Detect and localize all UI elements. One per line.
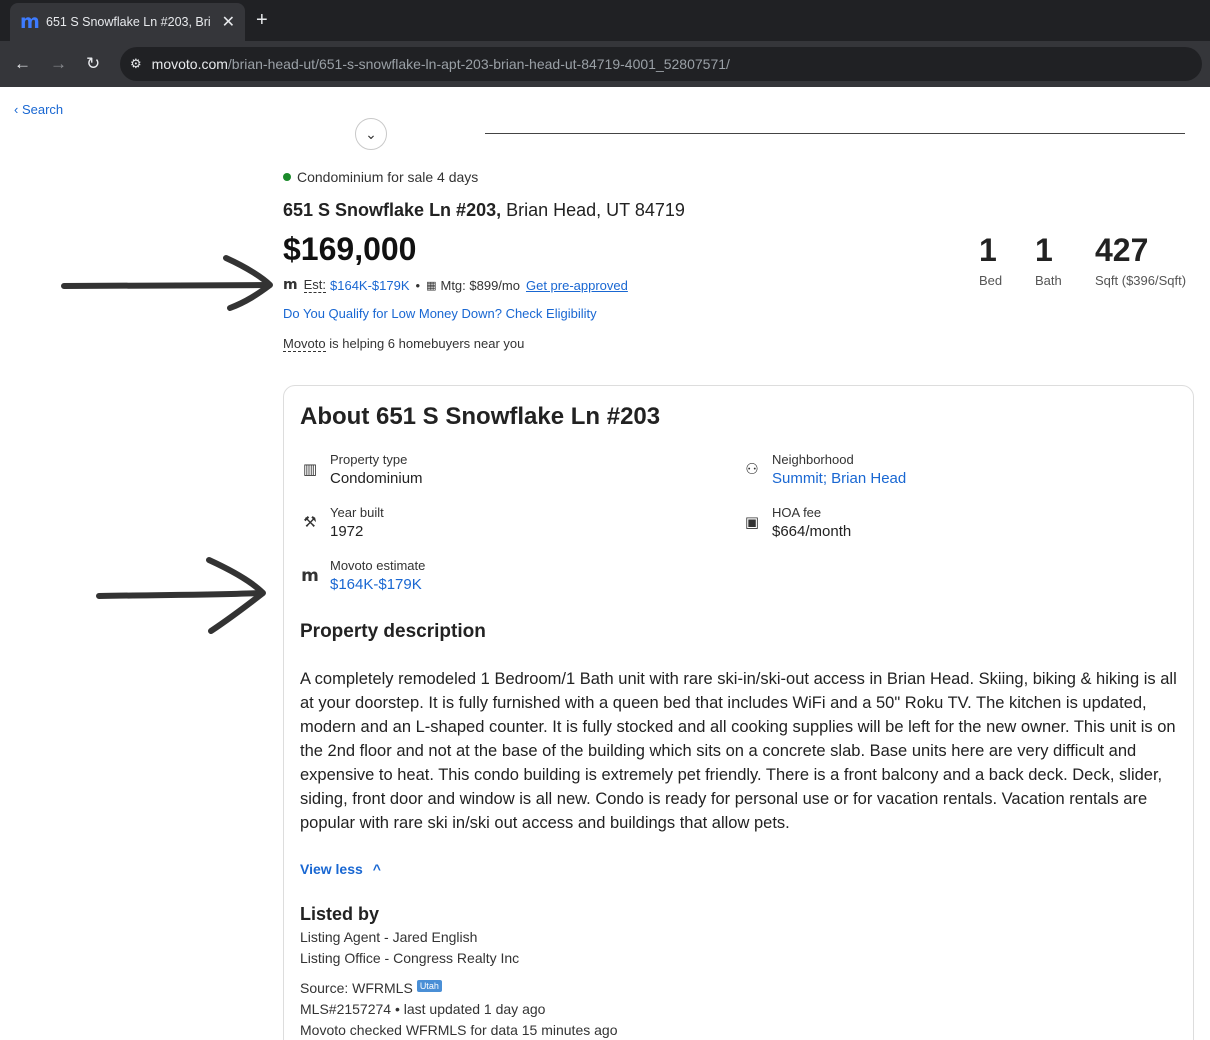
divider [485, 133, 1185, 134]
browser-tab-bar: m 651 S Snowflake Ln #203, Brian ✕ + [0, 0, 1210, 41]
property-description: A completely remodeled 1 Bedroom/1 Bath … [300, 670, 1177, 832]
listing-price: $169,000 [283, 231, 417, 267]
movoto-logo-icon: m [301, 566, 319, 586]
chevron-left-icon: ‹ [14, 102, 19, 117]
view-less-label: View less [300, 861, 363, 877]
search-back-link[interactable]: ‹ Search [14, 102, 63, 117]
fact-hoa: ▣ HOA fee $664/month [742, 505, 851, 540]
chevron-down-icon: ⌄ [365, 125, 377, 142]
chevron-up-icon: ^ [372, 861, 381, 877]
listing-status: Condominium for sale 4 days [283, 169, 478, 185]
get-preapproved-link[interactable]: Get pre-approved [526, 278, 628, 293]
sqft-label: Sqft ($396/Sqft) [1095, 273, 1187, 288]
fact-year-built: ⚒ Year built 1972 [300, 505, 384, 540]
property-type-value: Condominium [330, 470, 423, 487]
estimate-link[interactable]: $164K-$179K [330, 576, 425, 593]
neighborhood-link[interactable]: Summit; Brian Head [772, 470, 906, 487]
close-icon[interactable]: ✕ [222, 12, 235, 32]
helping-text: Movoto is helping 6 homebuyers near you [283, 336, 525, 352]
hoa-label: HOA fee [772, 505, 822, 520]
fact-neighborhood: ⚇ Neighborhood Summit; Brian Head [742, 452, 906, 487]
property-type-label: Property type [330, 452, 408, 467]
listing-address: 651 S Snowflake Ln #203, Brian Head, UT … [283, 200, 685, 221]
annotation-arrow-icon [61, 255, 273, 311]
stat-sqft: 427 Sqft ($396/Sqft) [1095, 232, 1186, 288]
movoto-brand[interactable]: Movoto [283, 336, 326, 352]
view-less-button[interactable]: View less ^ [300, 861, 381, 877]
helping-message: is helping 6 homebuyers near you [325, 336, 525, 351]
search-back-label: Search [21, 102, 64, 117]
estimate-row: m Est: $164K-$179K • ▦ Mtg: $899/mo Get … [283, 277, 628, 293]
listed-by-title: Listed by [300, 904, 380, 924]
forward-arrow-icon[interactable]: → [50, 54, 67, 74]
fact-property-type: ▥ Property type Condominium [300, 452, 423, 487]
movoto-logo-icon: m [283, 277, 298, 293]
mortgage-text: Mtg: $899/mo [440, 277, 520, 293]
status-text: Condominium for sale 4 days [297, 169, 479, 185]
listing-agent: Listing Agent - Jared English [300, 929, 478, 945]
new-tab-icon[interactable]: + [256, 9, 268, 32]
checked-line: Movoto checked WFRMLS for data 15 minute… [300, 1022, 618, 1038]
about-card: About 651 S Snowflake Ln #203 ▥ Property… [283, 385, 1194, 1040]
url-text[interactable]: movoto.com/brian-head-ut/651-s-snowflake… [152, 56, 730, 72]
status-dot-icon [283, 173, 291, 181]
expand-chevron-button[interactable]: ⌄ [355, 118, 387, 150]
address-bar[interactable]: ⚙ movoto.com/brian-head-ut/651-s-snowfla… [120, 47, 1202, 81]
calculator-icon: ▦ [426, 279, 437, 292]
listing-office: Listing Office - Congress Realty Inc [300, 950, 520, 966]
fact-movoto-estimate: m Movoto estimate $164K-$179K [300, 558, 425, 593]
browser-tab[interactable]: m 651 S Snowflake Ln #203, Brian ✕ [10, 3, 245, 41]
hoa-value: $664/month [772, 523, 852, 540]
listing-source: Source: WFRMLS Utah [300, 980, 442, 996]
year-built-value: 1972 [330, 523, 364, 540]
reload-icon[interactable]: ↻ [86, 54, 100, 74]
annotation-arrow-icon [96, 557, 266, 634]
year-built-label: Year built [330, 505, 384, 520]
paint-roller-icon: ⚒ [303, 514, 317, 531]
movoto-favicon-icon: m [20, 11, 40, 33]
mls-line: MLS#2157274 • last updated 1 day ago [300, 1001, 546, 1017]
tab-title: 651 S Snowflake Ln #203, Brian [46, 15, 211, 29]
address-street: 651 S Snowflake Ln #203, [283, 200, 502, 220]
address-city: Brian Head, UT 84719 [501, 200, 685, 220]
money-icon: ▣ [744, 514, 760, 531]
source-text: Source: WFRMLS [300, 980, 413, 996]
browser-toolbar: ← → ↻ ⚙ movoto.com/brian-head-ut/651-s-s… [0, 41, 1210, 87]
back-arrow-icon[interactable]: ← [14, 54, 31, 74]
description-title: Property description [300, 621, 486, 642]
bath-value: 1 [1035, 232, 1053, 268]
est-value-link[interactable]: $164K-$179K [330, 278, 410, 293]
est-label[interactable]: Est: [303, 277, 326, 293]
stat-bath: 1 Bath [1035, 232, 1062, 288]
bath-label: Bath [1035, 273, 1062, 288]
bed-value: 1 [979, 232, 997, 268]
bed-label: Bed [979, 273, 1003, 288]
site-info-icon[interactable]: ⚙ [130, 56, 142, 72]
neighborhood-label: Neighborhood [772, 452, 854, 467]
estimate-label: Movoto estimate [330, 558, 426, 573]
people-icon: ⚇ [745, 461, 759, 478]
separator: • [415, 277, 421, 293]
stat-bed: 1 Bed [979, 232, 1002, 288]
qualify-link[interactable]: Do You Qualify for Low Money Down? Check… [283, 306, 597, 321]
building-icon: ▥ [302, 461, 318, 478]
sqft-value: 427 [1095, 232, 1149, 268]
about-title: About 651 S Snowflake Ln #203 [300, 403, 661, 430]
utah-badge: Utah [416, 980, 442, 992]
